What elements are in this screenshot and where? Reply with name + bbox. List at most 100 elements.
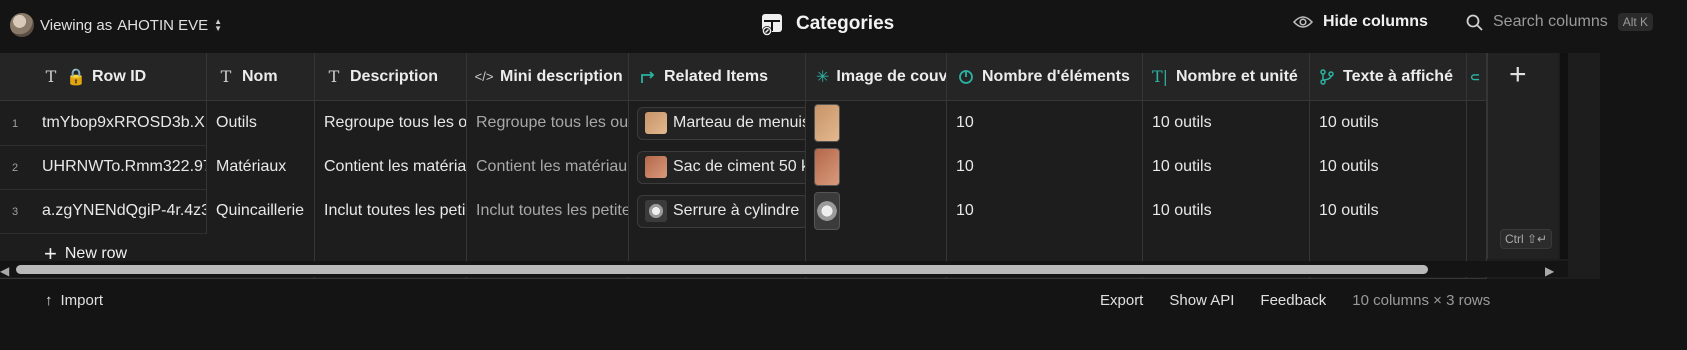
text-icon: T xyxy=(220,67,232,86)
related-item-chip[interactable]: Marteau de menuis xyxy=(637,106,805,140)
cell-text: Regroupe tous les o xyxy=(324,114,467,131)
search-placeholder: Search columns xyxy=(1493,13,1608,30)
column-label: Texte à affiché xyxy=(1343,67,1453,85)
code-icon: </> xyxy=(474,69,494,84)
hide-columns-label: Hide columns xyxy=(1323,13,1428,30)
viewing-as-selector[interactable]: Viewing as AHOTIN EVE ▲ ▼ xyxy=(10,13,222,37)
column-header-mini-description[interactable]: </> Mini description xyxy=(467,53,629,101)
cement-thumbnail xyxy=(645,156,667,178)
cell-unit[interactable]: 10 outils xyxy=(1143,101,1310,146)
cell-blank[interactable] xyxy=(1467,101,1487,146)
feedback-button[interactable]: Feedback xyxy=(1260,292,1326,309)
cell-unit[interactable]: 10 outils xyxy=(1143,189,1310,234)
add-column-shortcut: Ctrl ⇧↵ xyxy=(1500,229,1553,249)
cell-image[interactable] xyxy=(806,189,947,234)
cell-nom[interactable]: Quincaillerie xyxy=(207,189,315,234)
cell-text: UHRNWTo.Rmm322.97 xyxy=(42,158,207,175)
search-icon xyxy=(1466,14,1483,31)
cell-image[interactable] xyxy=(806,101,947,146)
plus-icon: + xyxy=(44,241,57,266)
cell-texte[interactable]: 10 outils xyxy=(1310,145,1467,190)
show-api-button[interactable]: Show API xyxy=(1169,292,1234,309)
cell-unit[interactable]: 10 outils xyxy=(1143,145,1310,190)
cell-related[interactable]: Sac de ciment 50 k xyxy=(629,145,806,190)
cell-text: Regroupe tous les out xyxy=(476,114,629,131)
text-cursor-icon: T| xyxy=(1151,67,1169,86)
cell-row-id[interactable]: a.zgYNENdQgiP-4r.4z3 xyxy=(0,189,207,234)
lock-icon: 🔒 xyxy=(66,68,86,86)
cell-mini[interactable]: Contient les matériau xyxy=(467,145,629,190)
cell-texte[interactable]: 10 outils xyxy=(1310,101,1467,146)
import-label: Import xyxy=(60,292,104,309)
column-header-nombre-elements[interactable]: Nombre d'éléments xyxy=(947,53,1143,101)
related-item-label: Sac de ciment 50 k xyxy=(673,158,806,175)
related-item-chip[interactable]: Sac de ciment 50 k xyxy=(637,150,806,184)
cell-count[interactable]: 10 xyxy=(947,101,1143,146)
cell-nom[interactable]: Matériaux xyxy=(207,145,315,190)
related-item-chip[interactable]: Serrure à cylindre xyxy=(637,194,805,228)
branch-icon xyxy=(1318,68,1336,86)
cell-description[interactable]: Regroupe tous les o xyxy=(315,101,467,146)
viewing-prefix: Viewing as xyxy=(40,16,113,34)
cell-related[interactable]: Serrure à cylindre xyxy=(629,189,806,234)
cell-description[interactable]: Inclut toutes les peti xyxy=(315,189,467,234)
cell-mini[interactable]: Inclut toutes les petite xyxy=(467,189,629,234)
lock-image-thumbnail[interactable] xyxy=(814,192,840,230)
link-icon: ⊂ xyxy=(1470,69,1481,84)
hammer-image-thumbnail[interactable] xyxy=(814,104,840,142)
scroll-right-icon[interactable]: ▶ xyxy=(1545,264,1554,278)
column-header-texte[interactable]: Texte à affiché xyxy=(1310,53,1467,101)
cell-text: 10 outils xyxy=(1319,114,1379,131)
search-shortcut: Alt K xyxy=(1617,13,1654,31)
cell-text: 10 outils xyxy=(1152,114,1212,131)
cell-text: 10 outils xyxy=(1152,158,1212,175)
cell-count[interactable]: 10 xyxy=(947,145,1143,190)
column-header-image[interactable]: ✳ Image de couve xyxy=(806,53,947,101)
cell-description[interactable]: Contient les matéria xyxy=(315,145,467,190)
column-label: Nombre et unité xyxy=(1176,67,1298,85)
column-header-nombre-unite[interactable]: T| Nombre et unité xyxy=(1143,53,1310,101)
cell-row-id[interactable]: UHRNWTo.Rmm322.97 xyxy=(0,145,207,190)
cell-related[interactable]: Marteau de menuis xyxy=(629,101,806,146)
cell-image[interactable] xyxy=(806,145,947,190)
avatar xyxy=(10,13,34,37)
cell-text: Matériaux xyxy=(216,158,287,175)
scrollbar-thumb[interactable] xyxy=(16,265,1428,274)
export-button[interactable]: Export xyxy=(1100,292,1143,309)
viewing-user: AHOTIN EVE xyxy=(117,16,209,34)
column-label: Row ID xyxy=(92,67,147,85)
cell-row-id[interactable]: tmYbop9xRROSD3b.XK xyxy=(0,101,207,146)
column-header-related-items[interactable]: Related Items xyxy=(629,53,806,101)
import-button[interactable]: ↑ Import xyxy=(45,292,103,309)
cell-blank[interactable] xyxy=(1467,145,1487,190)
rollup-icon xyxy=(957,68,975,86)
column-label: Image de couve xyxy=(836,67,947,85)
arrow-up-icon: ↑ xyxy=(45,292,53,309)
chevron-updown-icon: ▲ ▼ xyxy=(214,17,223,33)
add-column-button[interactable]: + xyxy=(1509,58,1527,92)
column-header-row-id[interactable]: T 🔒 Row ID xyxy=(0,53,207,101)
cement-image-thumbnail[interactable] xyxy=(814,148,840,186)
footer-links: Export Show API Feedback 10 columns × 3 … xyxy=(1100,292,1516,309)
horizontal-scrollbar[interactable]: ◀ ▶ xyxy=(0,261,1568,278)
search-columns-input[interactable]: Search columns Alt K xyxy=(1466,13,1654,31)
vertical-scrollbar[interactable] xyxy=(1560,53,1568,259)
cell-count[interactable]: 10 xyxy=(947,189,1143,234)
cell-text: 10 xyxy=(956,158,974,175)
cell-texte[interactable]: 10 outils xyxy=(1310,189,1467,234)
column-header-description[interactable]: T Description xyxy=(315,53,467,101)
cell-nom[interactable]: Outils xyxy=(207,101,315,146)
scroll-left-icon[interactable]: ◀ xyxy=(0,264,9,278)
cell-text: 10 outils xyxy=(1319,158,1379,175)
column-label: Mini description xyxy=(500,67,623,85)
hide-columns-button[interactable]: Hide columns xyxy=(1293,13,1428,31)
cell-text: 10 outils xyxy=(1152,202,1212,219)
column-header-nom[interactable]: T Nom xyxy=(207,53,315,101)
cell-text: 10 xyxy=(956,114,974,131)
page-title-area: Categories xyxy=(760,11,894,37)
column-header-overflow[interactable]: ⊂ xyxy=(1467,53,1487,101)
relation-arrow-icon xyxy=(639,68,657,86)
cell-mini[interactable]: Regroupe tous les out xyxy=(467,101,629,146)
cell-blank[interactable] xyxy=(1467,189,1487,234)
column-label: Nombre d'éléments xyxy=(982,67,1130,85)
